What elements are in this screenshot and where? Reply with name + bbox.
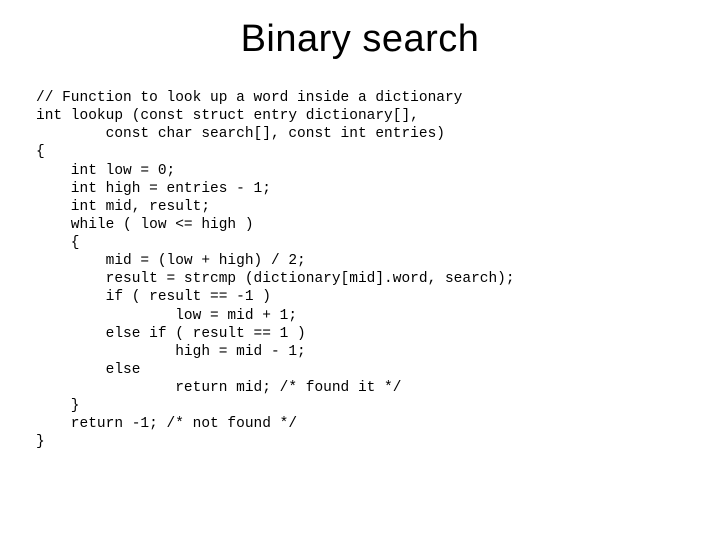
slide: Binary search // Function to look up a w… — [0, 0, 720, 540]
slide-title: Binary search — [36, 18, 684, 61]
code-block: // Function to look up a word inside a d… — [36, 89, 684, 452]
